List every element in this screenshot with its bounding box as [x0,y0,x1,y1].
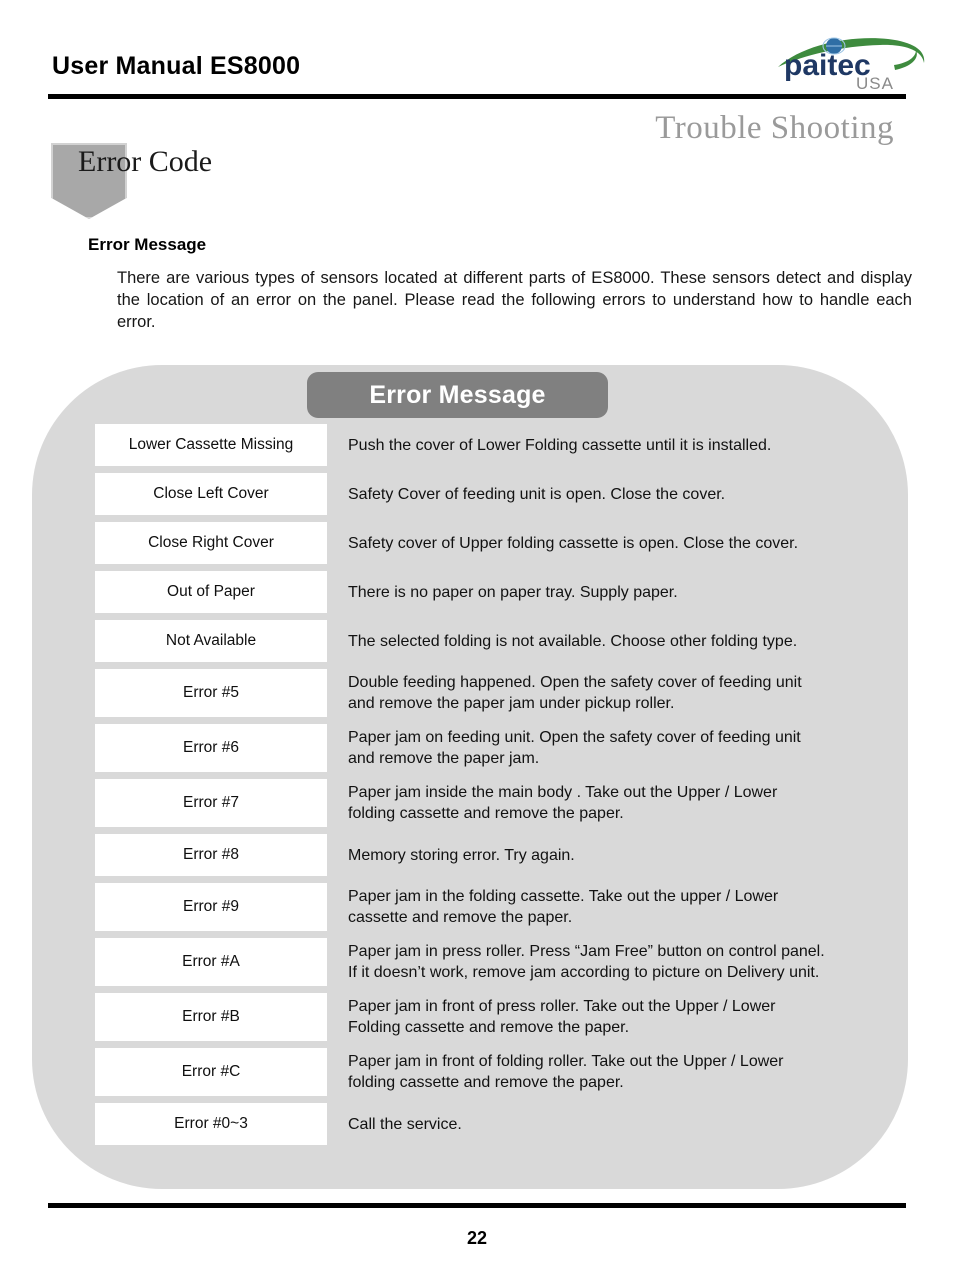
error-description-line: There is no paper on paper tray. Supply … [348,583,678,601]
table-row: Error #8 Memory storing error. Try again. [32,834,908,876]
table-row: Close Right Cover Safety cover of Upper f… [32,522,908,564]
logo-swoosh-tail-icon [894,50,917,70]
table-row: Error #5 Double feeding happened. Open th… [32,669,908,717]
error-description-line: Safety Cover of feeding unit is open. Cl… [348,485,726,503]
error-description-cell: Double feeding happened. Open the safety… [327,669,908,717]
error-description-line: Paper jam in the folding cassette. Take … [348,888,779,905]
error-description-cell: Paper jam in front of press roller. Take… [327,993,908,1041]
error-code-cell: Lower Cassette Missing [95,424,327,466]
intro-heading: Error Message [88,235,207,254]
error-message-banner: Error Message [307,372,608,418]
table-row: Error #B Paper jam in front of press roll… [32,993,908,1041]
table-row: Error #0~3 Call the service. [32,1103,908,1145]
error-description-line: Safety cover of Upper folding cassette i… [348,534,799,552]
error-description-cell: Safety Cover of feeding unit is open. Cl… [327,473,908,515]
error-description-line: Paper jam in front of folding roller. Ta… [348,1053,784,1070]
error-code-cell: Close Left Cover [95,473,327,515]
error-description-cell: Paper jam in front of folding roller. Ta… [327,1048,908,1096]
paitec-usa-logo: paitec USA [776,33,928,91]
table-row: Error #9 Paper jam in the folding cassett… [32,883,908,931]
error-description-cell: Safety cover of Upper folding cassette i… [327,522,908,564]
error-description-line: Call the service. [348,1115,462,1133]
error-description-line: Double feeding happened. Open the safety… [348,674,802,691]
error-description-line: The selected folding is not available. C… [348,632,798,650]
table-row: Error #6 Paper jam on feeding unit. Open … [32,724,908,772]
error-description-line: Paper jam in press roller. Press “Jam Fr… [348,943,825,960]
error-description-line: and remove the paper jam. [348,750,540,767]
table-row: Lower Cassette Missing Push the cover of … [32,424,908,466]
error-code-cell: Error #7 [95,779,327,827]
error-description-line: folding cassette and remove the paper. [348,805,624,822]
error-code-cell: Error #5 [95,669,327,717]
table-row: Out of Paper There is no paper on paper t… [32,571,908,613]
table-row: Error #C Paper jam in front of folding ro… [32,1048,908,1096]
chapter-title: Trouble Shooting [655,110,894,146]
error-description-line: cassette and remove the paper. [348,909,573,926]
error-description-line: Push the cover of Lower Folding cassette… [348,436,772,454]
error-description-cell: Paper jam on feeding unit. Open the safe… [327,724,908,772]
error-code-cell: Error #C [95,1048,327,1096]
table-row: Not Available The selected folding is not… [32,620,908,662]
logo-svg: paitec USA [778,37,925,91]
error-message-rows: Lower Cassette Missing Push the cover of … [32,424,908,1152]
error-code-heading: Error Code [78,145,213,178]
error-description-line: Memory storing error. Try again. [348,846,575,864]
table-row: Error #A Paper jam in press roller. Press… [32,938,908,986]
error-code-cell: Close Right Cover [95,522,327,564]
page-title: User Manual ES8000 [52,52,301,80]
footer-divider [48,1203,906,1208]
error-description-line: and remove the paper jam under pickup ro… [348,695,675,712]
header-divider [48,94,906,99]
page-header: User Manual ES8000 paitec USA [0,0,954,105]
error-message-panel: Error Message Lower Cassette Missing Push… [32,365,908,1189]
error-code-cell: Error #6 [95,724,327,772]
error-description-cell: There is no paper on paper tray. Supply … [327,571,908,613]
error-code-cell: Error #0~3 [95,1103,327,1145]
intro-paragraph: There are various types of sensors locat… [117,269,912,331]
error-description-cell: Paper jam in press roller. Press “Jam Fr… [327,938,908,986]
error-description-cell: The selected folding is not available. C… [327,620,908,662]
error-description-line: Paper jam in front of press roller. Take… [348,998,776,1015]
error-description-line: folding cassette and remove the paper. [348,1074,624,1091]
table-row: Error #7 Paper jam inside the main body .… [32,779,908,827]
error-code-cell: Error #A [95,938,327,986]
error-code-cell: Error #B [95,993,327,1041]
error-description-cell: Paper jam inside the main body . Take ou… [327,779,908,827]
error-code-cell: Out of Paper [95,571,327,613]
error-description-line: If it doesn’t work, remove jam according… [348,964,820,981]
error-description-cell: Push the cover of Lower Folding cassette… [327,424,908,466]
error-description-cell: Memory storing error. Try again. [327,834,908,876]
error-description-line: Paper jam inside the main body . Take ou… [348,784,778,801]
error-description-cell: Paper jam in the folding cassette. Take … [327,883,908,931]
error-description-line: Paper jam on feeding unit. Open the safe… [348,729,801,746]
error-code-cell: Error #9 [95,883,327,931]
page-number: 22 [466,1228,488,1248]
table-row: Close Left Cover Safety Cover of feeding … [32,473,908,515]
error-code-cell: Error #8 [95,834,327,876]
error-description-line: Folding cassette and remove the paper. [348,1019,630,1036]
logo-subtext: USA [856,74,894,91]
error-code-cell: Not Available [95,620,327,662]
error-description-cell: Call the service. [327,1103,908,1145]
